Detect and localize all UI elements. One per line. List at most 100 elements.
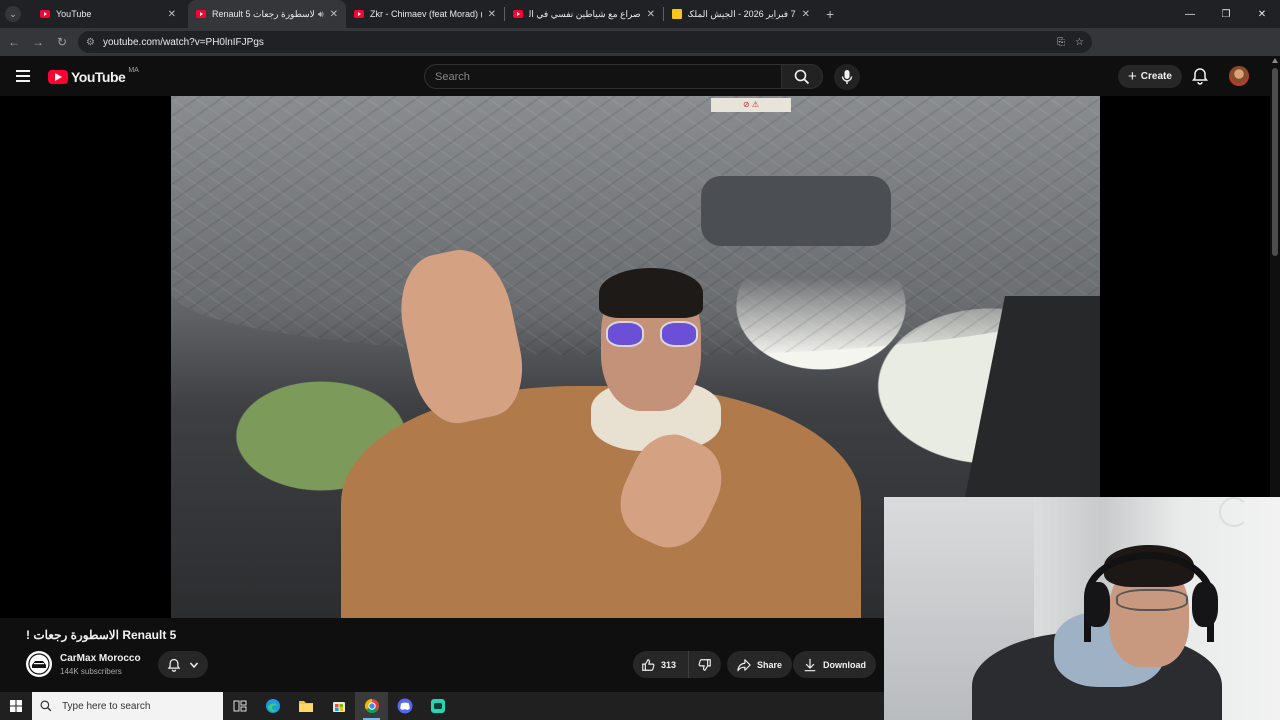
voice-search-button[interactable] <box>834 64 860 90</box>
edge-icon <box>265 699 280 713</box>
url-text[interactable]: youtube.com/watch?v=PH0lnIFJPgs <box>103 37 264 48</box>
channel-name[interactable]: CarMax Morocco <box>60 653 141 664</box>
download-icon <box>804 658 816 671</box>
streamer-glasses <box>1116 589 1188 611</box>
create-button[interactable]: + Create <box>1118 65 1182 88</box>
speaker-icon[interactable]: 🔊︎ <box>318 9 324 20</box>
tab-title: 7 فبراير 2026 - الجيش الملكي ضد <box>688 8 796 19</box>
thumbs-up-icon <box>642 658 655 671</box>
discord-taskbar-button[interactable] <box>388 692 421 720</box>
search-button[interactable] <box>781 64 823 89</box>
store-button[interactable] <box>322 692 355 720</box>
youtube-logo-text: YouTube <box>71 69 126 85</box>
search-icon <box>794 69 810 84</box>
search-box <box>424 64 782 89</box>
carmax-logo-icon <box>28 653 50 675</box>
windows-taskbar: Type here to search <box>0 692 884 720</box>
close-window-icon[interactable]: ✕ <box>1244 0 1280 28</box>
youtube-icon <box>513 10 523 18</box>
omnibox-actions: ⎘ ☆ <box>1057 31 1084 53</box>
bell-icon <box>167 658 181 672</box>
share-button[interactable]: Share <box>727 651 793 678</box>
close-icon[interactable]: ✕ <box>488 9 496 20</box>
task-view-button[interactable] <box>223 692 256 720</box>
search-input[interactable] <box>435 70 781 83</box>
taskbar-search-placeholder: Type here to search <box>62 700 151 712</box>
dislike-button[interactable] <box>689 651 721 678</box>
close-icon[interactable]: ✕ <box>802 9 810 20</box>
app-taskbar-button[interactable] <box>421 692 454 720</box>
window-controls: — ❐ ✕ <box>1172 0 1280 28</box>
create-label: Create <box>1140 71 1172 82</box>
search-icon <box>40 700 52 712</box>
tab-renault-video[interactable]: Renault 5 الاسطورة رجعات ! 🔊︎ ✕ <box>188 0 346 28</box>
chrome-taskbar-button[interactable] <box>355 692 388 720</box>
folder-icon <box>298 701 313 712</box>
close-icon[interactable]: ✕ <box>647 9 655 20</box>
close-icon[interactable]: ✕ <box>168 9 176 20</box>
headset-earcup-left <box>1084 582 1110 627</box>
share-label: Share <box>757 659 783 670</box>
sunglasses <box>606 321 698 347</box>
like-count: 313 <box>661 659 677 670</box>
chevron-down-icon: ⌄ <box>5 6 21 22</box>
install-app-icon[interactable]: ⎘ <box>1057 37 1065 48</box>
subscribed-bell-button[interactable] <box>158 651 208 678</box>
site-info-icon[interactable]: ⚙ <box>86 37 95 48</box>
scroll-up-arrow-icon[interactable] <box>1272 58 1278 63</box>
thumbs-down-icon <box>698 658 711 671</box>
restore-icon[interactable]: ❐ <box>1208 0 1244 28</box>
plus-icon: + <box>1128 68 1137 85</box>
scrollbar-thumb[interactable] <box>1272 68 1278 256</box>
forward-button[interactable]: → <box>26 28 50 56</box>
discord-icon <box>397 698 412 714</box>
kora-icon <box>672 9 682 19</box>
webcam-overlay <box>884 497 1280 720</box>
file-explorer-button[interactable] <box>289 692 322 720</box>
edge-taskbar-button[interactable] <box>256 692 289 720</box>
reload-button[interactable]: ↻ <box>50 28 74 56</box>
airbag-warning-sticker: ⊘ ⚠ <box>711 98 791 112</box>
new-tab-button[interactable]: + <box>826 6 834 22</box>
windows-logo-icon <box>10 700 22 712</box>
start-button[interactable] <box>0 692 32 720</box>
tab-title: Zkr - Chimaev (feat Morad) (Cl <box>370 9 482 19</box>
notifications-bell-icon[interactable] <box>1191 67 1209 85</box>
download-button[interactable]: Download <box>793 651 876 678</box>
share-icon <box>737 658 751 671</box>
tab-match-page[interactable]: 7 فبراير 2026 - الجيش الملكي ضد ✕ <box>664 0 818 28</box>
url-bar[interactable]: ⚙ youtube.com/watch?v=PH0lnIFJPgs ⎘ ☆ <box>78 31 1092 53</box>
youtube-play-icon <box>48 70 68 84</box>
youtube-icon <box>196 10 206 18</box>
tab-title: YouTube <box>56 9 92 19</box>
gamepad-app-icon <box>430 699 445 713</box>
tab-zkr-chimaev[interactable]: Zkr - Chimaev (feat Morad) (Cl ✕ <box>346 0 504 28</box>
chevron-down-icon <box>189 662 199 668</box>
close-icon[interactable]: ✕ <box>330 9 338 20</box>
minimize-icon[interactable]: — <box>1172 0 1208 28</box>
bookmark-star-icon[interactable]: ☆ <box>1075 37 1084 48</box>
store-icon <box>332 702 345 712</box>
menu-icon[interactable] <box>16 70 30 82</box>
presenter-hair <box>599 268 703 318</box>
channel-avatar[interactable] <box>26 651 52 677</box>
address-bar-row: ← → ↻ ⚙ youtube.com/watch?v=PH0lnIFJPgs … <box>0 28 1280 78</box>
youtube-logo[interactable]: YouTube MA <box>48 66 139 85</box>
like-button[interactable]: 313 <box>633 651 689 678</box>
ceiling-lamp <box>1219 497 1249 527</box>
country-code: MA <box>128 66 139 74</box>
account-avatar[interactable] <box>1229 66 1249 86</box>
subscriber-count: 144K subscribers <box>60 667 122 676</box>
overhead-console <box>701 176 891 246</box>
headset-earcup-right <box>1192 582 1218 627</box>
back-button[interactable]: ← <box>2 28 26 56</box>
tab-title: صراع مع شياطين نفسي في البيت <box>529 8 641 19</box>
chrome-icon <box>364 698 379 714</box>
browser-tab-strip: ⌄ YouTube ✕ Renault 5 الاسطورة رجعات ! 🔊… <box>0 0 1280 28</box>
like-dislike-group: 313 <box>633 651 721 678</box>
tab-search-button[interactable]: ⌄ <box>0 0 26 28</box>
video-title: Renault 5 الاسطورة رجعات ! <box>26 628 177 642</box>
tab-youtube-home[interactable]: YouTube ✕ <box>32 0 184 28</box>
taskbar-search[interactable]: Type here to search <box>32 692 223 720</box>
tab-shayatin-video[interactable]: صراع مع شياطين نفسي في البيت ✕ <box>505 0 663 28</box>
